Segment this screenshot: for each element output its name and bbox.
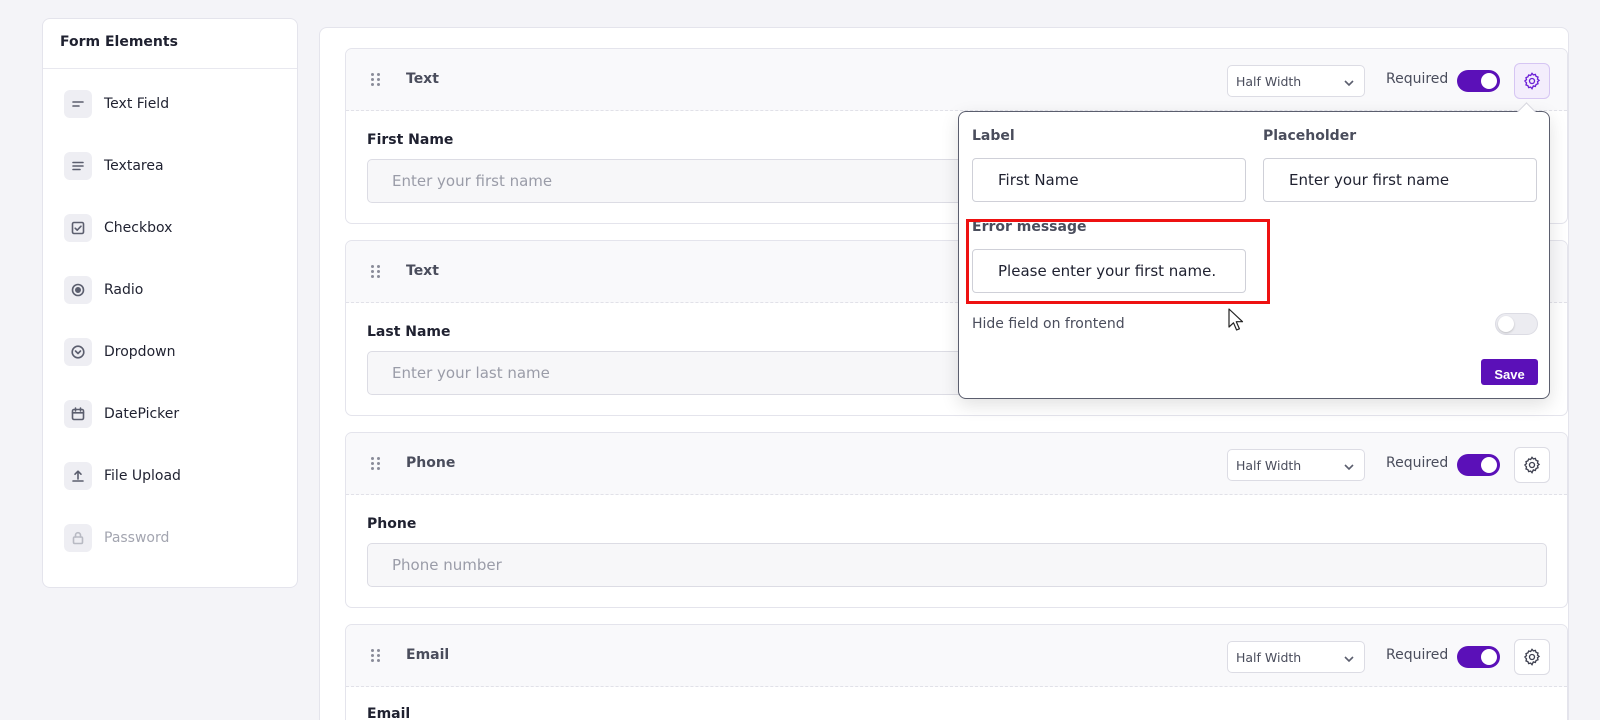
- sidebar-item-text-field[interactable]: Text Field: [64, 88, 169, 120]
- sidebar-item-password[interactable]: Password: [64, 522, 169, 554]
- sidebar-item-label: File Upload: [104, 468, 181, 484]
- field-width-value: Half Width: [1236, 458, 1302, 473]
- error-message-input[interactable]: Please enter your first name.: [972, 249, 1246, 293]
- field-label: Phone: [367, 516, 417, 532]
- sidebar-item-label: Textarea: [104, 158, 164, 174]
- checkbox-icon: [64, 214, 92, 242]
- save-button[interactable]: Save: [1481, 359, 1538, 385]
- placeholder-field-title: Placeholder: [1263, 128, 1357, 144]
- form-field-card: Phone Half Width Required Phone Phone nu…: [345, 432, 1568, 608]
- sidebar-item-textarea[interactable]: Textarea: [64, 150, 164, 182]
- sidebar-item-checkbox[interactable]: Checkbox: [64, 212, 172, 244]
- error-message-title: Error message: [972, 219, 1087, 235]
- chevron-down-icon: [1344, 80, 1354, 87]
- sidebar-title: Form Elements: [43, 19, 297, 69]
- sidebar-item-dropdown[interactable]: Dropdown: [64, 336, 175, 368]
- sidebar-item-label: Text Field: [104, 96, 170, 112]
- required-toggle[interactable]: [1457, 454, 1500, 476]
- textarea-icon: [64, 152, 92, 180]
- sidebar-item-label: Radio: [104, 282, 144, 298]
- hide-field-label: Hide field on frontend: [972, 316, 1125, 332]
- required-label: Required: [1386, 71, 1449, 87]
- placeholder-input[interactable]: Enter your first name: [1263, 158, 1537, 202]
- field-label: Email: [367, 706, 411, 720]
- field-settings-button[interactable]: [1514, 639, 1550, 675]
- gear-icon: [1523, 72, 1541, 90]
- sidebar-item-radio[interactable]: Radio: [64, 274, 143, 306]
- drag-handle-icon[interactable]: [371, 457, 383, 471]
- field-label: Last Name: [367, 324, 451, 340]
- form-field-card: Email Half Width Required Email: [345, 624, 1568, 720]
- upload-icon: [64, 462, 92, 490]
- field-settings-button[interactable]: [1514, 63, 1550, 99]
- field-width-select[interactable]: Half Width: [1227, 449, 1365, 481]
- gear-icon: [1523, 648, 1541, 666]
- drag-handle-icon[interactable]: [371, 265, 383, 279]
- field-card-header: Phone Half Width Required: [346, 433, 1567, 495]
- required-label: Required: [1386, 455, 1449, 471]
- chevron-down-icon: [1344, 656, 1354, 663]
- sidebar-item-datepicker[interactable]: DatePicker: [64, 398, 179, 430]
- sidebar-item-label: DatePicker: [104, 406, 180, 422]
- label-field-title: Label: [972, 128, 1015, 144]
- sidebar-item-file-upload[interactable]: File Upload: [64, 460, 181, 492]
- required-toggle[interactable]: [1457, 70, 1500, 92]
- field-label: First Name: [367, 132, 454, 148]
- hide-field-toggle[interactable]: [1495, 313, 1538, 335]
- required-label: Required: [1386, 647, 1449, 663]
- sidebar-item-label: Checkbox: [104, 220, 173, 236]
- dropdown-icon: [64, 338, 92, 366]
- field-card-header: Email Half Width Required: [346, 625, 1567, 687]
- text-field-icon: [64, 90, 92, 118]
- drag-handle-icon[interactable]: [371, 73, 383, 87]
- field-width-select[interactable]: Half Width: [1227, 641, 1365, 673]
- required-toggle[interactable]: [1457, 646, 1500, 668]
- drag-handle-icon[interactable]: [371, 649, 383, 663]
- field-width-select[interactable]: Half Width: [1227, 65, 1365, 97]
- field-type-label: Text: [406, 71, 439, 87]
- radio-icon: [64, 276, 92, 304]
- field-width-value: Half Width: [1236, 650, 1302, 665]
- field-settings-popover: Label First Name Placeholder Enter your …: [958, 111, 1550, 399]
- label-input[interactable]: First Name: [972, 158, 1246, 202]
- calendar-icon: [64, 400, 92, 428]
- field-type-label: Phone: [406, 455, 456, 471]
- lock-icon: [64, 524, 92, 552]
- field-type-label: Email: [406, 647, 450, 663]
- mouse-cursor-icon: [1228, 308, 1244, 331]
- phone-input[interactable]: Phone number: [367, 543, 1547, 587]
- field-width-value: Half Width: [1236, 74, 1302, 89]
- gear-icon: [1523, 456, 1541, 474]
- field-type-label: Text: [406, 263, 439, 279]
- sidebar-item-label: Dropdown: [104, 344, 176, 360]
- sidebar-item-label: Password: [104, 530, 170, 546]
- chevron-down-icon: [1344, 464, 1354, 471]
- field-settings-button[interactable]: [1514, 447, 1550, 483]
- field-card-header: Text Half Width Required: [346, 49, 1567, 111]
